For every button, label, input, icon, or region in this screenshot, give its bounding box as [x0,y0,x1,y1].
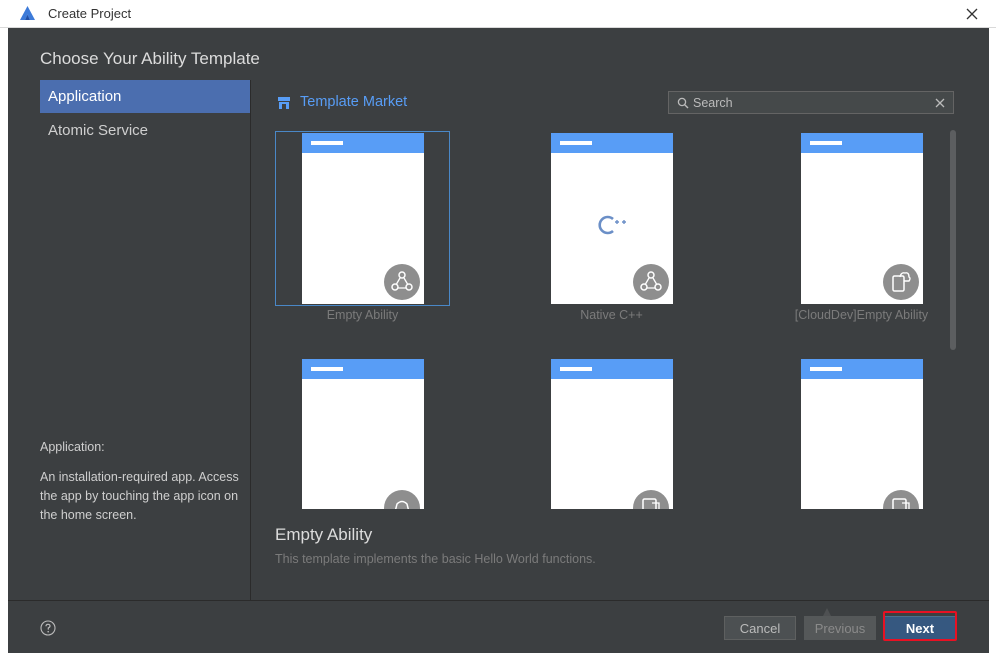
card-header-bar [302,359,424,379]
template-label-clouddev-empty-ability: [CloudDev]Empty Ability [794,308,929,322]
template-card-native-cpp[interactable] [551,133,673,304]
window-title: Create Project [48,6,132,21]
cloud-device-icon [883,264,919,300]
next-button-highlight [883,611,957,641]
template-card-5[interactable] [551,359,673,509]
deveco-logo-icon [20,6,35,20]
ability-icon [633,264,669,300]
template-label-empty-ability: Empty Ability [326,308,399,322]
ability-icon [384,264,420,300]
card-header-bar [551,359,673,379]
template-card-6[interactable] [801,359,923,509]
device-code-icon [633,490,669,509]
clear-icon[interactable] [934,97,946,109]
search-input[interactable] [693,93,923,112]
sidebar-item-atomic-service[interactable]: Atomic Service [40,114,250,147]
sidebar-description: An installation-required app. Access the… [40,470,239,522]
sidebar: Application Atomic Service Application: … [8,80,250,600]
template-list-scrollbar[interactable] [950,130,956,350]
selected-template-title: Empty Ability [275,525,373,544]
dialog-title: Choose Your Ability Template [40,49,260,68]
store-icon [278,97,290,109]
card-header-bar [551,133,673,153]
create-project-dialog: Choose Your Ability Template Application… [8,28,989,653]
previous-button[interactable]: Previous [804,616,876,640]
search-icon [677,97,689,109]
template-card-4[interactable] [302,359,424,509]
template-label-native-cpp: Native C++ [580,308,643,322]
selected-template-description: This template implements the basic Hello… [275,552,596,566]
close-icon[interactable] [961,3,983,25]
card-header-bar [302,133,424,153]
sidebar-description-title: Application: [40,440,105,454]
footer-divider [8,600,989,601]
window-titlebar: Create Project [0,0,996,28]
cpp-logo-icon [598,215,626,235]
vertical-divider [250,80,251,600]
help-icon[interactable] [40,620,56,636]
template-card-empty-ability[interactable] [302,133,424,304]
cancel-button[interactable]: Cancel [724,616,796,640]
sidebar-item-application[interactable]: Application [40,80,250,113]
device-code-icon [883,490,919,509]
template-market-link[interactable]: Template Market [300,94,407,110]
card-header-bar [801,359,923,379]
stopwatch-icon [384,490,420,509]
card-header-bar [801,133,923,153]
search-box[interactable] [668,91,954,114]
template-card-clouddev-empty-ability[interactable] [801,133,923,304]
